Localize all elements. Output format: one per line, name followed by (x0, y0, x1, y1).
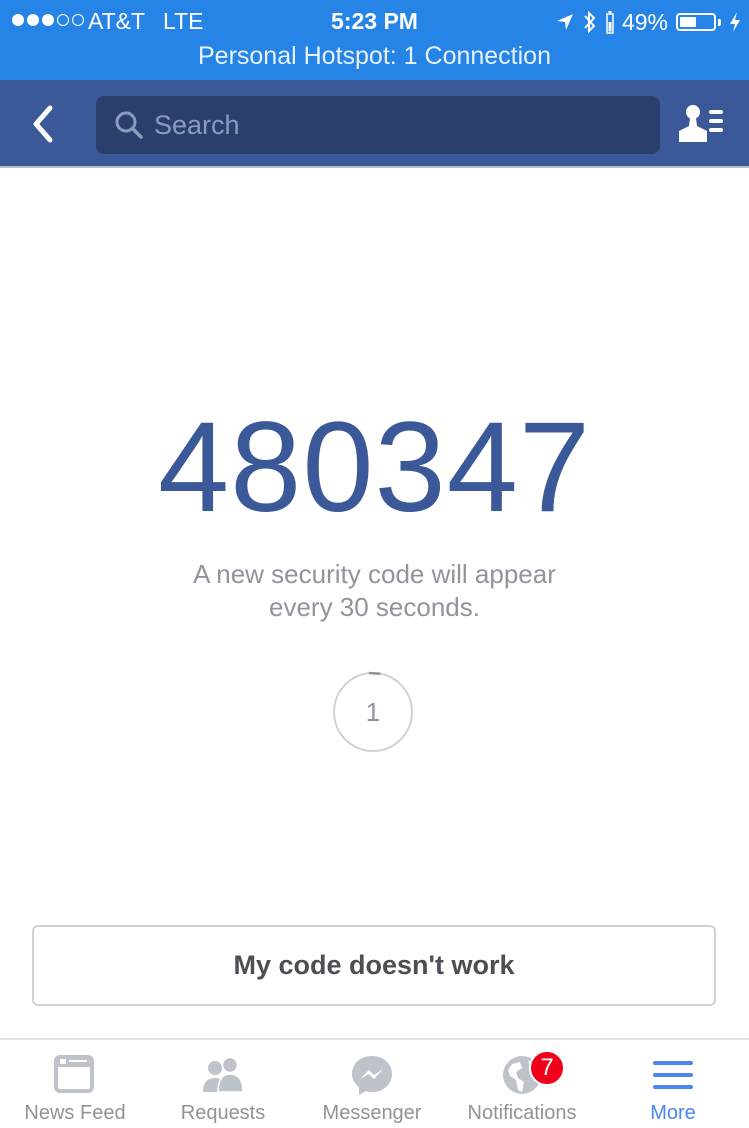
nav-bar (0, 80, 749, 168)
friend-list-button[interactable] (679, 104, 727, 144)
tab-label: News Feed (24, 1102, 126, 1124)
hint-line-1: A new security code will appear (193, 559, 556, 589)
back-button[interactable] (26, 104, 66, 144)
tab-notifications[interactable]: 7 Notifications (447, 1040, 597, 1128)
code-refresh-hint: A new security code will appear every 30… (0, 558, 749, 624)
bluetooth-icon (584, 10, 596, 34)
bluetooth-battery-icon (606, 11, 614, 34)
notification-badge: 7 (529, 1050, 565, 1086)
timer-value: 1 (365, 697, 381, 727)
code-doesnt-work-button[interactable]: My code doesn't work (32, 925, 716, 1006)
friend-requests-icon (203, 1056, 244, 1093)
tab-label: More (650, 1102, 696, 1124)
tab-bar: News Feed Requests Messenger 7 Notificat… (0, 1038, 749, 1128)
battery-percent: 49% (621, 8, 668, 35)
tab-label: Messenger (322, 1102, 422, 1124)
tab-label: Requests (180, 1102, 266, 1124)
tab-more[interactable]: More (598, 1040, 748, 1128)
hint-line-2: every 30 seconds. (268, 592, 480, 622)
tab-messenger[interactable]: Messenger (297, 1040, 447, 1128)
news-feed-icon (54, 1055, 94, 1093)
search-icon (115, 111, 143, 139)
hamburger-menu-icon (653, 1061, 693, 1089)
security-code: 480347 (157, 396, 592, 539)
chevron-left-icon (33, 105, 53, 143)
search-bar[interactable] (96, 96, 660, 154)
search-input[interactable] (154, 109, 634, 141)
messenger-icon (352, 1056, 392, 1095)
countdown-timer: 1 (332, 671, 414, 753)
tab-label: Notifications (467, 1102, 577, 1124)
status-bar: AT&T LTE 5:23 PM 49% Personal Hotspot: 1… (0, 0, 749, 80)
location-arrow-icon (556, 14, 573, 30)
tab-news-feed[interactable]: News Feed (0, 1040, 150, 1128)
charging-bolt-icon (730, 12, 740, 32)
hotspot-banner[interactable]: Personal Hotspot: 1 Connection (0, 42, 749, 71)
friend-list-icon (679, 105, 723, 142)
tab-requests[interactable]: Requests (148, 1040, 298, 1128)
battery-icon (676, 13, 716, 31)
